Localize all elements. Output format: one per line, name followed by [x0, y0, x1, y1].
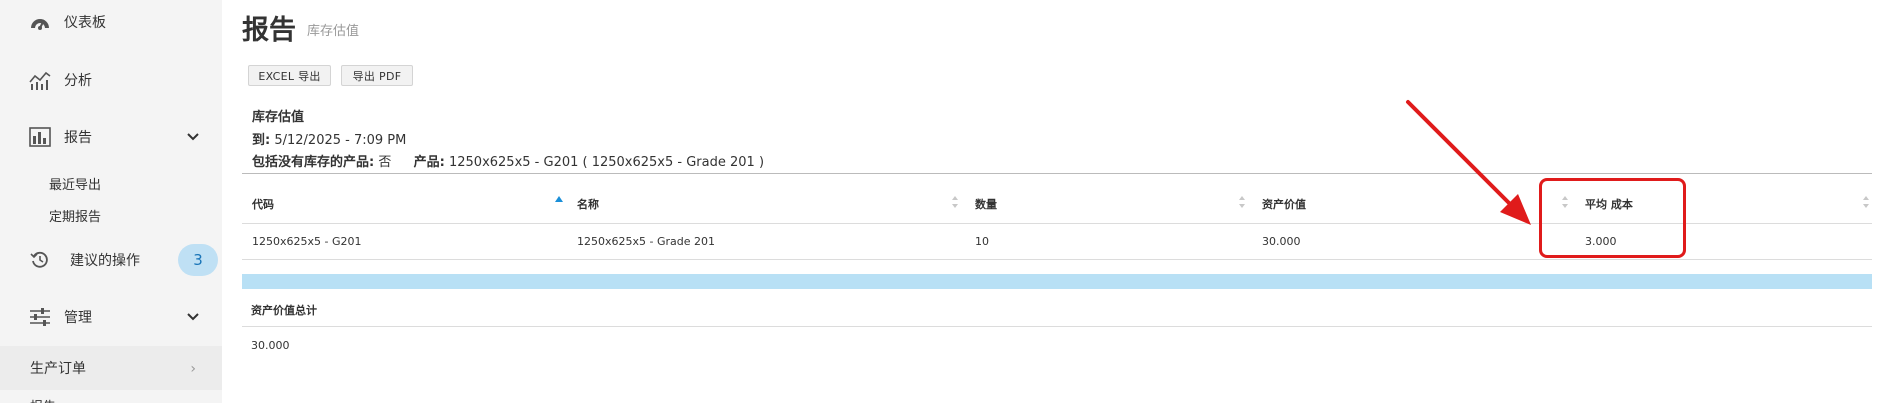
report-filter-line: 包括没有库存的产品: 否 产品: 1250x625x5 - G201 ( 125… — [252, 151, 764, 170]
sort-asc-icon[interactable] — [555, 194, 563, 206]
page-title: 报告 — [242, 15, 296, 46]
totals-label: 资产价值总计 — [251, 304, 317, 317]
divider — [242, 223, 1872, 224]
page-subtitle: 库存估值 — [307, 24, 360, 39]
cell-code: 1250x625x5 - G201 — [252, 235, 362, 248]
date-value: 5/12/2025 - 7:09 PM — [274, 133, 407, 148]
sort-icon[interactable] — [951, 196, 959, 208]
sidebar-item-manage[interactable]: 管理 — [0, 292, 222, 342]
sort-icon[interactable] — [1561, 196, 1569, 208]
history-icon — [28, 248, 52, 272]
date-label: 到: — [252, 133, 271, 148]
sidebar-item-production-orders[interactable]: 生产订单 › — [0, 346, 222, 390]
sidebar-subitem-recent-exports[interactable]: 最近导出 — [49, 174, 101, 193]
report-heading: 库存估值 — [252, 110, 305, 125]
sidebar-item-label: 管理 — [64, 310, 92, 326]
column-header-avg-cost[interactable]: 平均 成本 — [1585, 196, 1633, 212]
column-header-quantity[interactable]: 数量 — [975, 196, 997, 212]
sidebar-item-label: 分析 — [64, 73, 92, 89]
group-band — [242, 274, 1872, 289]
divider — [242, 173, 1872, 174]
cell-quantity: 10 — [975, 235, 989, 248]
sidebar-item-label: 仪表板 — [64, 15, 106, 31]
sidebar-subitem-scheduled-reports[interactable]: 定期报告 — [49, 206, 101, 225]
chevron-down-icon — [187, 133, 199, 141]
sidebar-item-reports[interactable]: 报告 — [0, 112, 222, 162]
divider — [242, 326, 1872, 327]
column-header-code[interactable]: 代码 — [252, 196, 274, 212]
sort-icon[interactable] — [1238, 196, 1246, 208]
cell-avg-cost: 3.000 — [1585, 235, 1617, 248]
dashboard-gauge-icon — [28, 10, 52, 34]
product-label: 产品: — [413, 155, 445, 170]
totals-value: 30.000 — [251, 339, 290, 352]
sidebar-item-partial[interactable]: 报告 — [30, 396, 56, 403]
sidebar-item-analytics[interactable]: 分析 — [0, 55, 222, 105]
line-chart-icon — [28, 68, 52, 92]
column-header-asset-value[interactable]: 资产价值 — [1262, 196, 1306, 212]
sidebar-item-label: 报告 — [64, 130, 92, 146]
include-value: 否 — [378, 155, 392, 170]
report-date-line: 到: 5/12/2025 - 7:09 PM — [252, 129, 406, 148]
chevron-right-icon: › — [190, 361, 196, 377]
sidebar-item-label: 生产订单 — [30, 361, 86, 377]
sidebar-item-label: 建议的操作 — [70, 253, 140, 269]
pdf-export-button[interactable]: 导出 PDF — [341, 65, 413, 86]
column-header-name[interactable]: 名称 — [577, 196, 599, 212]
actions-count-badge: 3 — [178, 244, 218, 276]
sort-icon[interactable] — [1862, 196, 1870, 208]
chevron-down-icon — [187, 313, 199, 321]
bar-chart-icon — [28, 125, 52, 149]
excel-export-button[interactable]: EXCEL 导出 — [248, 65, 331, 86]
divider — [242, 259, 1872, 260]
include-label: 包括没有库存的产品: — [252, 155, 375, 170]
cell-asset-value: 30.000 — [1262, 235, 1301, 248]
product-value: 1250x625x5 - G201 ( 1250x625x5 - Grade 2… — [448, 155, 765, 170]
sidebar-item-dashboard[interactable]: 仪表板 — [0, 0, 222, 47]
sliders-icon — [28, 305, 52, 329]
sidebar-item-suggested-actions[interactable]: 建议的操作 3 — [0, 235, 222, 285]
sidebar: 仪表板 分析 报告 最近导出 定期报告 建议的操作 3 管理 生产订单 › 报告 — [0, 0, 222, 403]
cell-name: 1250x625x5 - Grade 201 — [577, 235, 715, 248]
